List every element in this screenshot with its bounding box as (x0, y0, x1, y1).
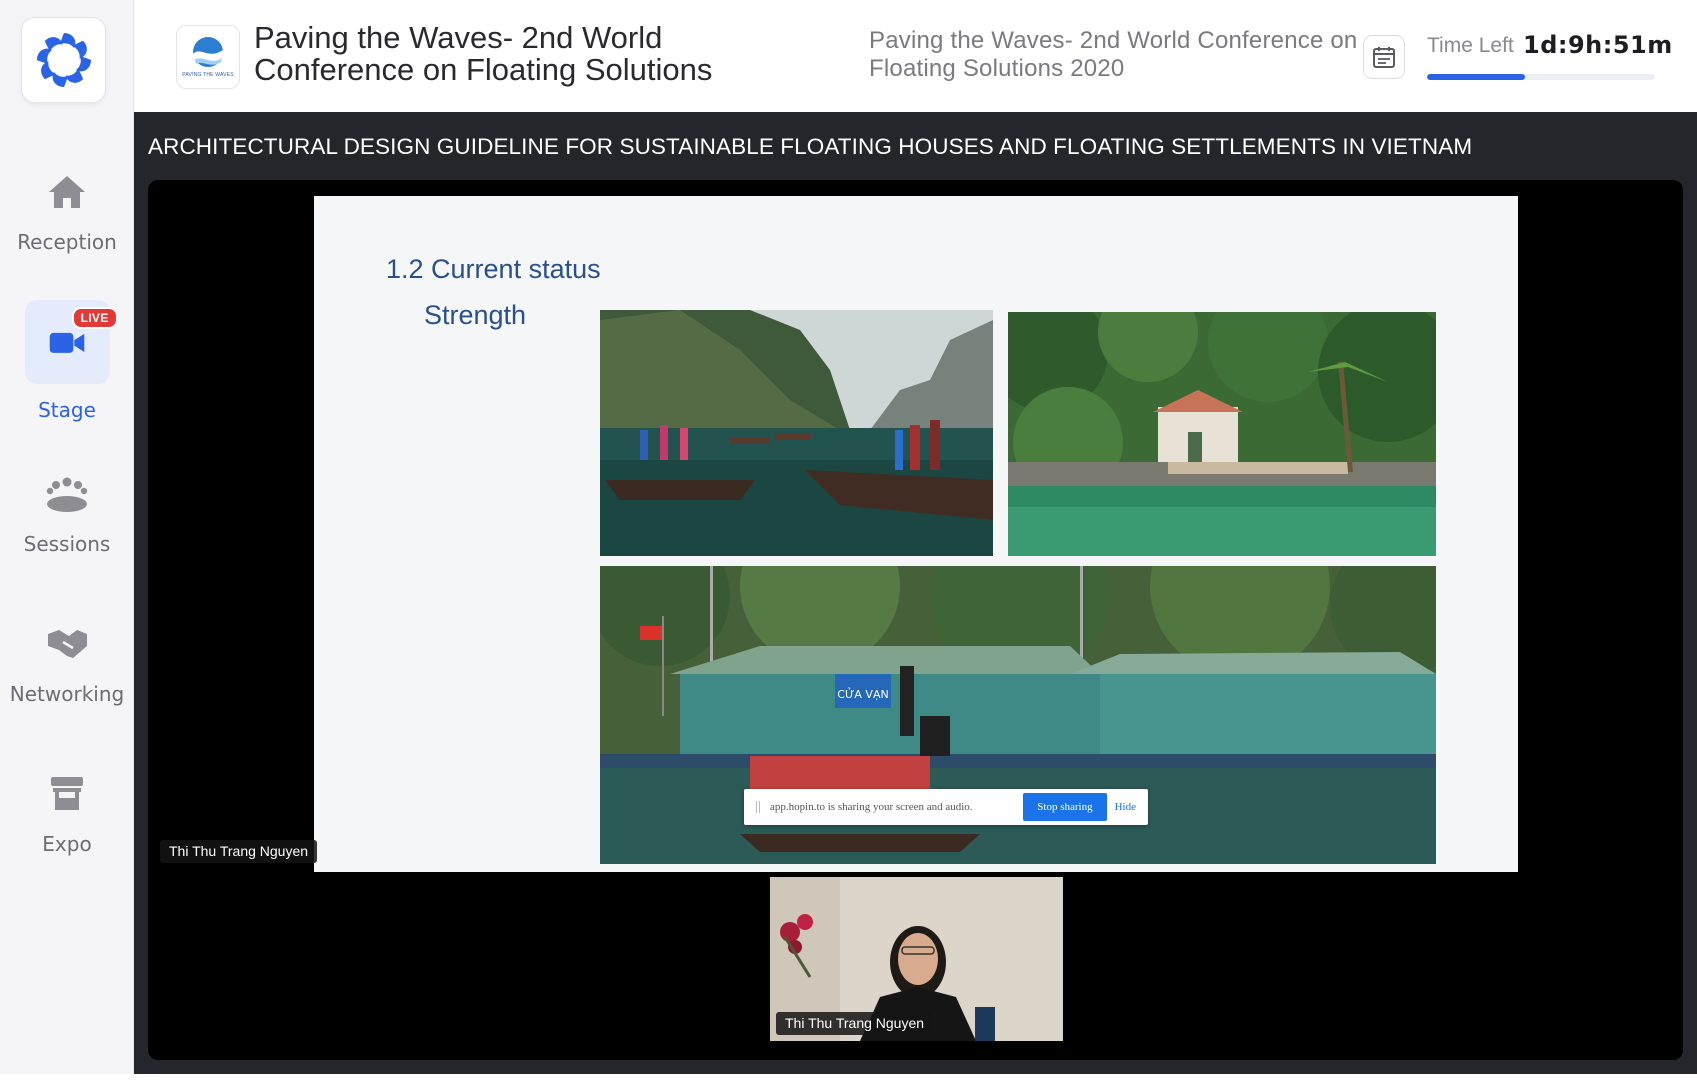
sidebar-item-stage[interactable]: LIVE Stage (0, 300, 134, 422)
time-progress-bar (1427, 74, 1655, 80)
group-icon (46, 477, 88, 512)
screen-share-message: app.hopin.to is sharing your screen and … (770, 801, 973, 813)
hide-share-bar-button[interactable]: Hide (1115, 801, 1136, 813)
event-title: Paving the Waves- 2nd World Conference o… (254, 20, 713, 87)
video-panel[interactable]: 1.2 Current status Strength CỬA VẠN app.… (148, 180, 1683, 1060)
event-subtitle: Paving the Waves- 2nd World Conference o… (869, 27, 1358, 82)
wave-logo-icon (193, 37, 223, 67)
home-icon (49, 176, 85, 208)
handshake-icon (48, 630, 87, 658)
drag-handle-icon[interactable] (756, 801, 760, 813)
session-title: ARCHITECTURAL DESIGN GUIDELINE FOR SUSTA… (148, 134, 1473, 159)
sidebar-item-label: Expo (42, 832, 92, 856)
event-logo-text: PAVING THE WAVES (182, 72, 234, 78)
temple-island-photo (1008, 312, 1436, 556)
sidebar-item-expo[interactable]: Expo (0, 772, 134, 856)
village-sign-text: CỬA VẠN (837, 687, 888, 701)
sidebar-item-networking[interactable]: Networking (0, 622, 134, 706)
slide-heading: 1.2 Current status (386, 254, 601, 284)
shared-slide: 1.2 Current status Strength CỬA VẠN app.… (314, 196, 1518, 872)
speaker-name-tag: Thi Thu Trang Nguyen (776, 1012, 934, 1035)
app-logo[interactable] (21, 17, 106, 103)
calendar-button[interactable] (1363, 35, 1405, 79)
booth-icon (51, 777, 83, 810)
hopin-swirl-logo-icon (36, 33, 91, 87)
sidebar: Reception LIVE Stage Sessions Networking (0, 0, 134, 1074)
bay-boats-photo (600, 310, 993, 556)
calendar-icon (1373, 47, 1395, 68)
sidebar-item-label: Reception (17, 230, 117, 254)
stop-sharing-button[interactable]: Stop sharing (1023, 793, 1107, 821)
stage-area: ARCHITECTURAL DESIGN GUIDELINE FOR SUSTA… (134, 112, 1697, 1074)
sidebar-item-label: Sessions (23, 532, 111, 556)
sidebar-item-label: Networking (9, 682, 125, 706)
speaker-camera-feed[interactable]: Thi Thu Trang Nguyen (770, 877, 1063, 1041)
screen-share-bar: app.hopin.to is sharing your screen and … (744, 789, 1148, 825)
time-left-value: 1d:9h:51m (1523, 31, 1673, 59)
event-logo: PAVING THE WAVES (176, 25, 240, 89)
stage-tile[interactable]: LIVE (24, 300, 118, 384)
presenter-name-tag: Thi Thu Trang Nguyen (160, 840, 318, 863)
sidebar-item-label: Stage (38, 398, 96, 422)
sidebar-item-reception[interactable]: Reception (0, 170, 134, 254)
live-badge: LIVE (71, 307, 118, 329)
header: PAVING THE WAVES Paving the Waves- 2nd W… (134, 0, 1697, 112)
time-left-label: Time Left (1427, 34, 1514, 57)
sidebar-item-sessions[interactable]: Sessions (0, 472, 134, 556)
time-progress-fill (1427, 74, 1526, 80)
slide-subheading: Strength (424, 300, 527, 330)
